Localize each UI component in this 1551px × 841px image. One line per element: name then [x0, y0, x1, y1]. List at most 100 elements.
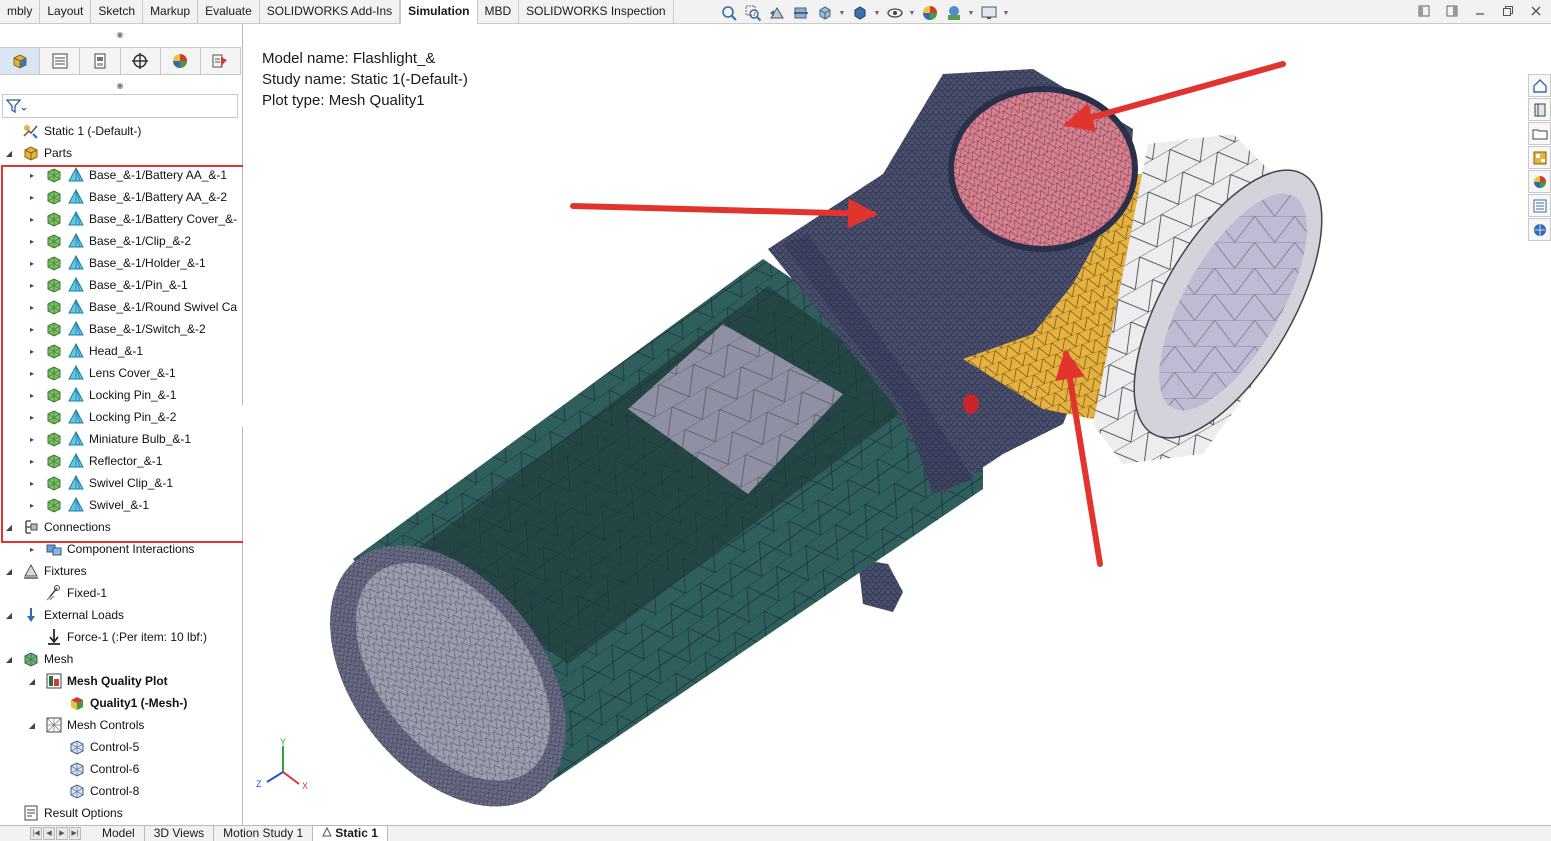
tab-configuration-manager[interactable] [80, 48, 121, 74]
bottom-tab-3d-views[interactable]: 3D Views [145, 825, 215, 841]
hide-show-caret-icon[interactable]: ▼ [908, 10, 916, 17]
tree-item[interactable]: Quality1 (-Mesh-) [0, 692, 241, 714]
zoom-to-fit-icon[interactable] [718, 4, 739, 22]
solidworks-forum-icon[interactable] [1528, 218, 1551, 241]
expand-arrow-icon[interactable]: ▸ [27, 170, 37, 180]
tree-node[interactable]: Result Options [0, 802, 241, 824]
tree-item[interactable]: ▸ Base_&-1/Battery AA_&-2 [0, 186, 241, 208]
tree-item[interactable]: ▸ Locking Pin_&-2 [0, 406, 241, 428]
tree-node[interactable]: Static 1 (-Default-) [0, 120, 241, 142]
apply-scene-icon[interactable] [943, 4, 964, 22]
tab-layout[interactable]: Layout [40, 0, 92, 23]
expand-arrow-icon[interactable]: ▸ [27, 192, 37, 202]
tree-item[interactable]: Control-5 [0, 736, 241, 758]
tree-item[interactable]: ▸ Component Interactions [0, 538, 241, 560]
display-style-caret-icon[interactable]: ▼ [873, 10, 881, 17]
custom-properties-icon[interactable] [1528, 194, 1551, 217]
tree-node[interactable]: ◢ Parts [0, 142, 241, 164]
tree-node[interactable]: ◢ External Loads [0, 604, 241, 626]
solidworks-resources-icon[interactable] [1528, 74, 1551, 97]
previous-view-icon[interactable] [766, 4, 787, 22]
tab-markup[interactable]: Markup [143, 0, 199, 23]
section-view-icon[interactable] [790, 4, 811, 22]
graphics-area[interactable]: Y X Z Model name: Flashlight_& Study nam… [243, 24, 1551, 825]
collapse-arrow-icon[interactable]: ◢ [27, 720, 37, 730]
expand-arrow-icon[interactable]: ▸ [27, 456, 37, 466]
tree-item[interactable]: Force-1 (:Per item: 10 lbf:) [0, 626, 241, 648]
tab-simulation-manager[interactable] [201, 48, 242, 74]
tree-item[interactable]: ◢ Mesh Controls [0, 714, 241, 736]
tree-item[interactable]: ▸ Reflector_&-1 [0, 450, 241, 472]
expand-arrow-icon[interactable]: ▸ [27, 412, 37, 422]
expand-arrow-icon[interactable]: ▸ [27, 236, 37, 246]
tree-item[interactable]: Control-8 [0, 780, 241, 802]
view-orientation-icon[interactable] [814, 4, 835, 22]
collapse-arrow-icon[interactable]: ◢ [4, 148, 14, 158]
expand-arrow-icon[interactable]: ▸ [27, 346, 37, 356]
restore-window-icon[interactable] [1501, 4, 1515, 18]
tab-mbly[interactable]: mbly [0, 0, 41, 23]
expand-arrow-icon[interactable]: ▸ [27, 500, 37, 510]
expand-arrow-icon[interactable]: ▸ [27, 302, 37, 312]
tree-item[interactable]: ▸ Head_&-1 [0, 340, 241, 362]
panel-grip-icon[interactable]: ◉ [116, 31, 124, 39]
collapse-arrow-icon[interactable]: ◢ [4, 654, 14, 664]
tree-filter-field[interactable] [2, 94, 238, 118]
expand-arrow-icon[interactable]: ▸ [27, 280, 37, 290]
tree-item[interactable]: ◢ Mesh Quality Plot [0, 670, 241, 692]
file-explorer-icon[interactable] [1528, 122, 1551, 145]
close-window-icon[interactable] [1529, 4, 1543, 18]
tree-item[interactable]: ▸ Base_&-1/Holder_&-1 [0, 252, 241, 274]
expand-arrow-icon[interactable]: ▸ [27, 434, 37, 444]
tree-item[interactable]: ▸ Base_&-1/Pin_&-1 [0, 274, 241, 296]
tree-item[interactable]: ▸ Locking Pin_&-1 [0, 384, 241, 406]
prev-tab-arrow-icon[interactable]: ◀ [43, 827, 55, 840]
appearances-scenes-icon[interactable] [1528, 170, 1551, 193]
tree-item[interactable]: ▸ Miniature Bulb_&-1 [0, 428, 241, 450]
tab-mbd[interactable]: MBD [478, 0, 520, 23]
tile-right-icon[interactable] [1445, 4, 1459, 18]
last-tab-arrow-icon[interactable]: ▶| [69, 827, 81, 840]
design-library-icon[interactable] [1528, 98, 1551, 121]
tab-solidworks-add-ins[interactable]: SOLIDWORKS Add-Ins [260, 0, 401, 23]
bottom-tab-motion-study-1[interactable]: Motion Study 1 [214, 825, 314, 841]
collapse-arrow-icon[interactable]: ◢ [4, 610, 14, 620]
bottom-tab-static-1[interactable]: Static 1 [313, 825, 388, 841]
tree-item[interactable]: ▸ Base_&-1/Switch_&-2 [0, 318, 241, 340]
tab-simulation[interactable]: Simulation [400, 0, 478, 24]
expand-arrow-icon[interactable]: ▸ [27, 478, 37, 488]
tab-solidworks-inspection[interactable]: SOLIDWORKS Inspection [519, 0, 674, 23]
next-tab-arrow-icon[interactable]: ▶ [56, 827, 68, 840]
first-tab-arrow-icon[interactable]: |◀ [30, 827, 42, 840]
expand-arrow-icon[interactable]: ▸ [27, 544, 37, 554]
view-palette-icon[interactable] [1528, 146, 1551, 169]
expand-arrow-icon[interactable]: ▸ [27, 214, 37, 224]
tree-item[interactable]: ▸ Swivel Clip_&-1 [0, 472, 241, 494]
collapse-arrow-icon[interactable]: ◢ [27, 676, 37, 686]
tab-sketch[interactable]: Sketch [91, 0, 144, 23]
collapse-arrow-icon[interactable]: ◢ [4, 566, 14, 576]
tile-left-icon[interactable] [1417, 4, 1431, 18]
tree-item[interactable]: ▸ Base_&-1/Battery AA_&-1 [0, 164, 241, 186]
tree-item[interactable]: ▸ Base_&-1/Clip_&-2 [0, 230, 241, 252]
view-orientation-caret-icon[interactable]: ▼ [838, 10, 846, 17]
expand-arrow-icon[interactable]: ▸ [27, 324, 37, 334]
tree-item[interactable]: ▸ Lens Cover_&-1 [0, 362, 241, 384]
tree-node[interactable]: ◢ Fixtures [0, 560, 241, 582]
edit-appearance-icon[interactable] [919, 4, 940, 22]
minimize-window-icon[interactable] [1473, 4, 1487, 18]
tab-display-manager[interactable] [161, 48, 201, 74]
tab-feature-manager[interactable] [0, 48, 41, 74]
apply-scene-caret-icon[interactable]: ▼ [967, 10, 975, 17]
hide-show-items-icon[interactable] [884, 4, 905, 22]
view-settings-icon[interactable] [978, 4, 999, 22]
tree-item[interactable]: Control-6 [0, 758, 241, 780]
tree-item[interactable]: Fixed-1 [0, 582, 241, 604]
tree-node[interactable]: ◢ Connections [0, 516, 241, 538]
view-settings-caret-icon[interactable]: ▼ [1002, 10, 1010, 17]
tab-evaluate[interactable]: Evaluate [198, 0, 260, 23]
tree-item[interactable]: ▸ Swivel_&-1 [0, 494, 241, 516]
tab-dimxpert-manager[interactable] [121, 48, 161, 74]
tree-node[interactable]: ◢ Mesh [0, 648, 241, 670]
panel-grip-icon-2[interactable]: ◉ [116, 82, 124, 90]
